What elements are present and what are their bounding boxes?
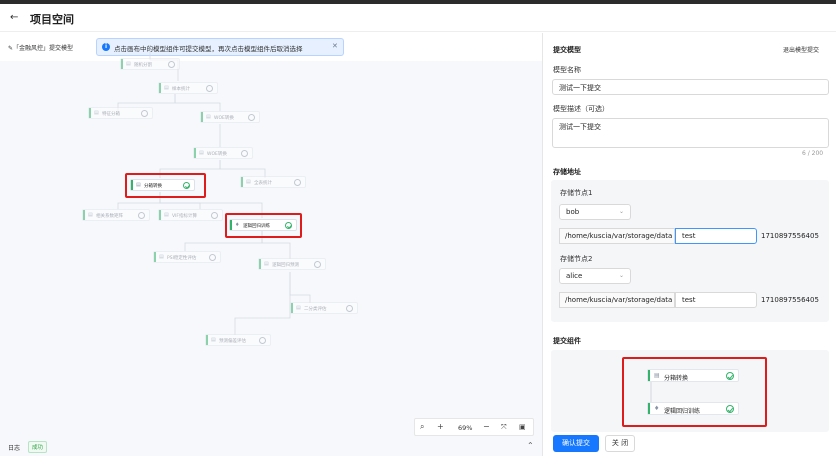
panel-title: 提交模型	[553, 46, 581, 54]
check-circle-icon	[138, 212, 145, 219]
dag-node[interactable]: ▤ 相关系数矩阵	[82, 209, 150, 221]
table-icon: ▤	[211, 337, 216, 343]
zoom-level: 69%	[458, 424, 473, 432]
arrow-left-icon[interactable]: ←	[10, 13, 18, 23]
table-icon: ▤	[159, 254, 164, 260]
dag-node[interactable]: ▤ VIF指标计算	[158, 209, 223, 221]
path-prefix: /home/kuscia/var/storage/data	[559, 228, 675, 244]
fit-view-icon[interactable]: ⤧	[501, 422, 507, 432]
storage-node-label: 存储节点1	[560, 189, 593, 197]
confirm-submit-button[interactable]: 确认提交	[553, 435, 599, 452]
path-input[interactable]: test	[675, 292, 757, 308]
dag-node[interactable]: ▤ 随机分割	[120, 58, 180, 70]
storage-node-label: 存储节点2	[560, 255, 593, 263]
storage-section-title: 存储地址	[553, 168, 581, 176]
check-circle-icon	[248, 114, 255, 121]
path-suffix: 1710897556405	[761, 232, 819, 240]
dag-node[interactable]: ▤ 样本统计	[158, 82, 218, 94]
table-icon: ▤	[296, 305, 301, 311]
status-badge: 成功	[28, 441, 48, 453]
check-circle-icon	[294, 179, 301, 186]
check-circle-icon	[346, 305, 353, 312]
components-section-title: 提交组件	[553, 337, 581, 345]
check-circle-icon	[206, 85, 213, 92]
path-prefix: /home/kuscia/var/storage/data	[559, 292, 675, 308]
party-select[interactable]: alice ⌄	[559, 268, 631, 284]
party-select[interactable]: bob ⌄	[559, 204, 631, 220]
model-name-input[interactable]: 测试一下提交	[552, 79, 829, 95]
table-icon: ▤	[94, 110, 99, 116]
dag-node[interactable]: ▤ PSI稳定性评估	[153, 251, 221, 263]
dag-node[interactable]: ▤ 全表统计	[240, 176, 306, 188]
dag-node[interactable]: ▤ WOE转换	[193, 147, 253, 159]
dag-node[interactable]: ▤ 逻辑回归预测	[258, 258, 326, 270]
page-title: 项目空间	[30, 13, 74, 26]
dag-node[interactable]: ▤ 特征分箱	[88, 107, 153, 119]
minus-icon[interactable]: −	[483, 422, 490, 432]
dag-edges	[117, 45, 311, 335]
table-icon: ▤	[164, 85, 169, 91]
path-input[interactable]: test	[675, 228, 757, 244]
check-circle-icon	[141, 110, 148, 117]
storage-box: 存储节点1 bob ⌄ /home/kuscia/var/storage/dat…	[551, 180, 829, 322]
model-desc-textarea[interactable]: 测试一下提交	[552, 118, 829, 148]
minimap-icon[interactable]: ▣	[519, 422, 526, 432]
highlight-box	[622, 357, 767, 427]
char-counter: 6 / 200	[802, 150, 824, 157]
plus-icon[interactable]: +	[437, 422, 444, 432]
check-circle-icon	[209, 254, 216, 261]
table-icon: ▤	[164, 212, 169, 218]
chevron-down-icon: ⌄	[618, 272, 624, 279]
table-icon: ▤	[264, 261, 269, 267]
page-header: ← 项目空间	[0, 4, 836, 32]
table-icon: ▤	[246, 179, 251, 185]
check-circle-icon	[314, 261, 321, 268]
path-suffix: 1710897556405	[761, 296, 819, 304]
table-icon: ▤	[88, 212, 93, 218]
dag-node[interactable]: ▤ WOE转换	[200, 111, 260, 123]
highlight-box	[125, 173, 206, 198]
check-circle-icon	[259, 337, 266, 344]
chevron-up-icon[interactable]: ⌃	[527, 441, 534, 450]
check-circle-icon	[211, 212, 218, 219]
model-name-label: 模型名称	[553, 66, 581, 74]
model-desc-label: 模型描述（可选）	[553, 105, 609, 113]
close-button[interactable]: 关 闭	[605, 435, 635, 452]
dag-node[interactable]: ▤ 预测偏差评估	[205, 334, 271, 346]
table-icon: ▤	[206, 114, 211, 120]
table-icon: ▤	[126, 61, 131, 67]
zoom-toolbar: ⌕ + 69% − ⤧ ▣	[414, 418, 534, 436]
table-icon: ▤	[199, 150, 204, 156]
exit-submit-button[interactable]: 退出模型提交	[783, 45, 819, 54]
chevron-down-icon: ⌄	[618, 208, 624, 215]
check-circle-icon	[241, 150, 248, 157]
check-circle-icon	[168, 61, 175, 68]
search-icon[interactable]: ⌕	[420, 422, 424, 432]
highlight-box	[225, 213, 302, 238]
log-label[interactable]: 日志	[8, 443, 20, 452]
dag-node[interactable]: ▤ 二分类评估	[290, 302, 358, 314]
